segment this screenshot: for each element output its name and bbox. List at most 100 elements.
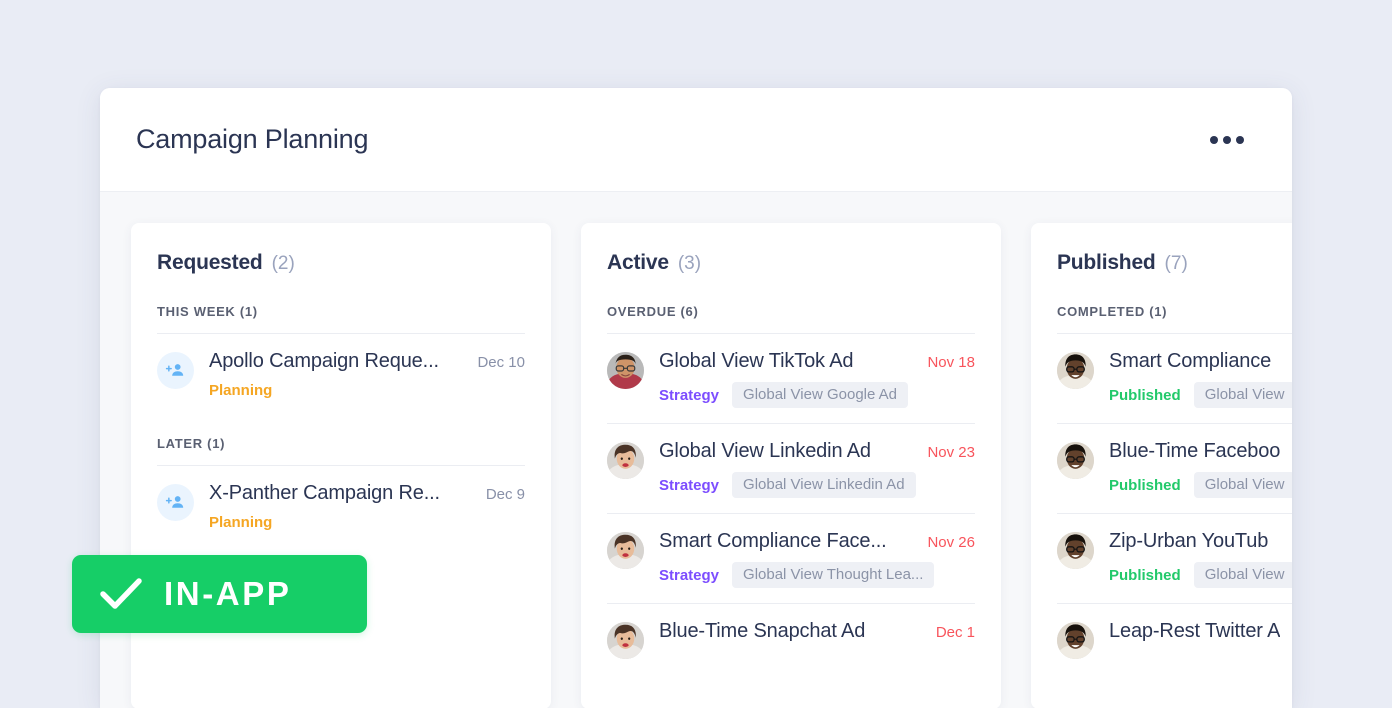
column-count: (3)	[678, 253, 701, 275]
status-badge[interactable]: Published	[1109, 567, 1181, 584]
status-badge[interactable]: Planning	[209, 382, 272, 399]
task-due-date: Dec 9	[486, 486, 525, 503]
status-badge[interactable]: Strategy	[659, 477, 719, 494]
task-meta-line: Strategy Global View Thought Lea...	[659, 562, 975, 588]
kebab-dot	[1210, 136, 1218, 144]
avatar-woman-short-hair[interactable]	[607, 532, 644, 569]
board-column: Requested (2) THIS WEEK (1) Apollo Campaign…	[131, 223, 551, 708]
task-title: Smart Compliance	[1109, 350, 1271, 373]
task-title: Global View TikTok Ad	[659, 350, 853, 373]
task-row[interactable]: Zip-Urban YouTub Published Global View	[1057, 513, 1292, 603]
task-group: OVERDUE (6)Global View TikTok AdNov 18St…	[607, 304, 975, 674]
task-body: Blue-Time Faceboo Published Global View	[1109, 440, 1292, 498]
add-person-icon[interactable]	[157, 352, 194, 389]
task-row[interactable]: Blue-Time Faceboo Published Global View	[1057, 423, 1292, 513]
task-primary-line: X-Panther Campaign Re... Dec 9	[209, 482, 525, 505]
avatar-woman-glasses[interactable]	[1057, 442, 1094, 479]
task-tag-pill[interactable]: Global View	[1194, 472, 1292, 498]
column-header: Requested (2)	[157, 251, 525, 275]
task-due-date: Dec 1	[936, 624, 975, 641]
task-title: X-Panther Campaign Re...	[209, 482, 440, 505]
status-badge[interactable]: Published	[1109, 477, 1181, 494]
column-count: (2)	[272, 253, 295, 275]
task-primary-line: Global View TikTok Ad Nov 18	[659, 350, 975, 373]
check-icon	[100, 577, 142, 611]
task-title: Leap-Rest Twitter A	[1109, 620, 1280, 643]
task-row[interactable]: Apollo Campaign Reque... Dec 10 Planning	[157, 333, 525, 414]
task-title: Smart Compliance Face...	[659, 530, 887, 553]
task-row[interactable]: Smart Compliance Published Global View	[1057, 333, 1292, 423]
task-due-date: Nov 23	[927, 444, 975, 461]
add-person-icon[interactable]	[157, 484, 194, 521]
task-primary-line: Smart Compliance Face...Nov 26	[659, 530, 975, 553]
avatar-woman-glasses[interactable]	[1057, 532, 1094, 569]
task-tag-pill[interactable]: Global View Linkedin Ad	[732, 472, 916, 498]
task-title: Blue-Time Snapchat Ad	[659, 620, 865, 643]
task-primary-line: Apollo Campaign Reque... Dec 10	[209, 350, 525, 373]
column-header: Active (3)	[607, 251, 975, 275]
task-primary-line: Leap-Rest Twitter A	[1109, 620, 1292, 643]
task-meta-line: Strategy Global View Linkedin Ad	[659, 472, 975, 498]
task-row[interactable]: Blue-Time Snapchat Ad Dec 1	[607, 603, 975, 674]
kebab-dot	[1223, 136, 1231, 144]
app-header: Campaign Planning	[100, 88, 1292, 192]
task-meta-line: Published Global View	[1109, 472, 1292, 498]
task-due-date: Dec 10	[477, 354, 525, 371]
task-body: Smart Compliance Face...Nov 26 Strategy Gl…	[659, 530, 975, 588]
avatar-woman-short-hair[interactable]	[607, 442, 644, 479]
task-tag-pill[interactable]: Global View Google Ad	[732, 382, 908, 408]
task-tag-pill[interactable]: Global View	[1194, 562, 1292, 588]
task-row[interactable]: Global View TikTok Ad Nov 18 Strategy Globa…	[607, 333, 975, 423]
in-app-badge-label: IN-APP	[164, 575, 291, 613]
task-meta-line: Published Global View	[1109, 382, 1292, 408]
task-row[interactable]: Leap-Rest Twitter A	[1057, 603, 1292, 674]
task-title: Global View Linkedin Ad	[659, 440, 871, 463]
status-badge[interactable]: Strategy	[659, 387, 719, 404]
task-title: Zip-Urban YouTub	[1109, 530, 1268, 553]
task-row[interactable]: X-Panther Campaign Re... Dec 9 Planning	[157, 465, 525, 546]
board-column: Published(7)COMPLETED (1)Smart Complianc…	[1031, 223, 1292, 708]
status-badge[interactable]: Strategy	[659, 567, 719, 584]
task-primary-line: Blue-Time Faceboo	[1109, 440, 1292, 463]
avatar-woman-glasses[interactable]	[1057, 352, 1094, 389]
task-group: THIS WEEK (1) Apollo Campaign Reque... Dec…	[157, 304, 525, 414]
task-row[interactable]: Smart Compliance Face...Nov 26 Strategy Gl…	[607, 513, 975, 603]
in-app-badge: IN-APP	[72, 555, 367, 633]
avatar-man-glasses[interactable]	[607, 352, 644, 389]
task-title: Apollo Campaign Reque...	[209, 350, 439, 373]
kebab-menu-icon[interactable]	[1208, 130, 1246, 150]
task-group: COMPLETED (1)Smart CompliancePublishedGl…	[1057, 304, 1292, 674]
column-header: Published (7)	[1057, 251, 1292, 275]
task-meta-line: Strategy Global View Google Ad	[659, 382, 975, 408]
kebab-dot	[1236, 136, 1244, 144]
task-group-label: THIS WEEK (1)	[157, 304, 525, 319]
avatar-woman-glasses[interactable]	[1057, 622, 1094, 659]
task-body: Smart Compliance Published Global View	[1109, 350, 1292, 408]
task-tag-pill[interactable]: Global View	[1194, 382, 1292, 408]
task-body: Apollo Campaign Reque... Dec 10 Planning	[209, 350, 525, 399]
task-body: X-Panther Campaign Re... Dec 9 Planning	[209, 482, 525, 531]
task-body: Zip-Urban YouTub Published Global View	[1109, 530, 1292, 588]
avatar-woman-short-hair[interactable]	[607, 622, 644, 659]
task-tag-pill[interactable]: Global View Thought Lea...	[732, 562, 934, 588]
task-primary-line: Global View Linkedin Ad Nov 23	[659, 440, 975, 463]
task-primary-line: Zip-Urban YouTub	[1109, 530, 1292, 553]
task-title: Blue-Time Faceboo	[1109, 440, 1280, 463]
status-badge[interactable]: Planning	[209, 514, 272, 531]
task-group: LATER (1) X-Panther Campaign Re... Dec 9 Pl…	[157, 436, 525, 546]
task-body: Blue-Time Snapchat Ad Dec 1	[659, 620, 975, 643]
column-title: Active	[607, 251, 669, 275]
task-group-label: LATER (1)	[157, 436, 525, 451]
task-primary-line: Smart Compliance	[1109, 350, 1292, 373]
task-body: Leap-Rest Twitter A	[1109, 620, 1292, 643]
task-body: Global View TikTok Ad Nov 18 Strategy Globa…	[659, 350, 975, 408]
page-title: Campaign Planning	[136, 124, 368, 155]
status-badge[interactable]: Published	[1109, 387, 1181, 404]
task-meta-line: Published Global View	[1109, 562, 1292, 588]
task-row[interactable]: Global View Linkedin Ad Nov 23 Strategy Glo…	[607, 423, 975, 513]
task-due-date: Nov 18	[927, 354, 975, 371]
task-primary-line: Blue-Time Snapchat Ad Dec 1	[659, 620, 975, 643]
column-count: (7)	[1165, 253, 1188, 275]
column-title: Published	[1057, 251, 1156, 275]
column-title: Requested	[157, 251, 263, 275]
